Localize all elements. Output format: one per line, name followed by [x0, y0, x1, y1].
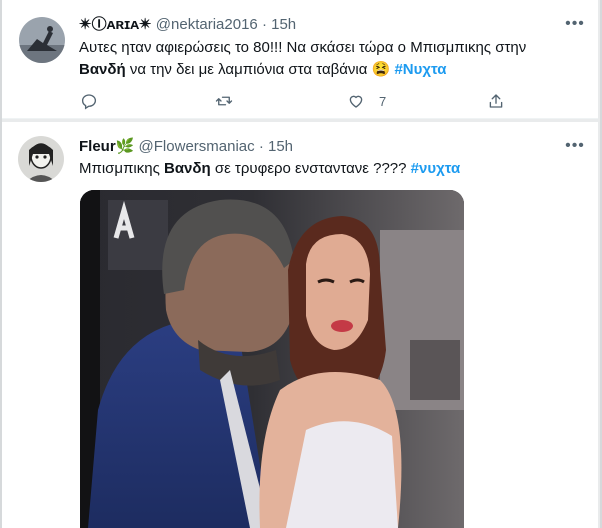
tweet-header: ✴Ⓘᴀʀɪᴀ✴ @nektaria2016 · 15h	[79, 15, 296, 35]
share-icon	[489, 94, 503, 108]
tweet-text: Αυτες ηταν αφιερώσεις το 80!!! Να σκάσει…	[79, 37, 579, 81]
display-name[interactable]: Fleur	[79, 138, 116, 155]
separator: ·	[258, 138, 264, 155]
avatar[interactable]	[19, 17, 65, 63]
timestamp[interactable]: 15h	[271, 16, 296, 33]
bold-mention: Βανδη	[164, 160, 211, 177]
tweet[interactable]: Fleur🌿 @Flowersmaniac · 15h ••• Μπισμπικ…	[2, 122, 598, 528]
emoji: 😫	[371, 61, 391, 78]
like-button[interactable]: 7	[347, 90, 386, 112]
handle[interactable]: @nektaria2016	[156, 16, 258, 33]
like-count: 7	[379, 93, 387, 109]
more-icon[interactable]: •••	[565, 16, 585, 38]
retweet-button[interactable]	[215, 90, 233, 112]
bold-mention: Βανδή	[79, 61, 126, 78]
leaf-emoji: 🌿	[115, 138, 135, 155]
display-name[interactable]: ✴Ⓘᴀʀɪᴀ✴	[79, 16, 152, 33]
tweet-text-line2: Βανδή να την δει με λαμπιόνια στα ταβάνι…	[79, 59, 579, 81]
like-icon	[349, 95, 363, 108]
tweet-text-rest: σε τρυφερο ενσταντανε ????	[210, 160, 411, 177]
separator: ·	[261, 16, 267, 33]
hashtag-link[interactable]: #Νυχτα	[394, 61, 446, 78]
tweet-text-line1: Αυτες ηταν αφιερώσεις το 80!!! Να σκάσει…	[79, 39, 527, 56]
retweet-icon	[215, 96, 233, 106]
share-button[interactable]	[487, 90, 505, 112]
timestamp[interactable]: 15h	[268, 138, 293, 155]
tweet-photo[interactable]	[80, 190, 464, 528]
tweet[interactable]: ✴Ⓘᴀʀɪᴀ✴ @nektaria2016 · 15h ••• Αυτες ητ…	[2, 0, 598, 119]
handle[interactable]: @Flowersmaniac	[139, 138, 255, 155]
tweet-header: Fleur🌿 @Flowersmaniac · 15h	[79, 137, 293, 157]
reply-icon	[81, 94, 97, 110]
tweet-text: Μπισμπικης Βανδη σε τρυφερο ενσταντανε ?…	[79, 158, 579, 180]
avatar[interactable]	[18, 136, 64, 182]
tweet-text-start: Μπισμπικης	[79, 160, 164, 177]
hashtag-link[interactable]: #νυχτα	[411, 160, 461, 177]
photo-image	[80, 190, 464, 528]
more-icon[interactable]: •••	[565, 138, 585, 160]
reply-button[interactable]	[80, 90, 98, 112]
action-bar: 7	[77, 90, 517, 112]
tweet-text-rest: να την δει με λαμπιόνια στα ταβάνια	[125, 61, 372, 78]
